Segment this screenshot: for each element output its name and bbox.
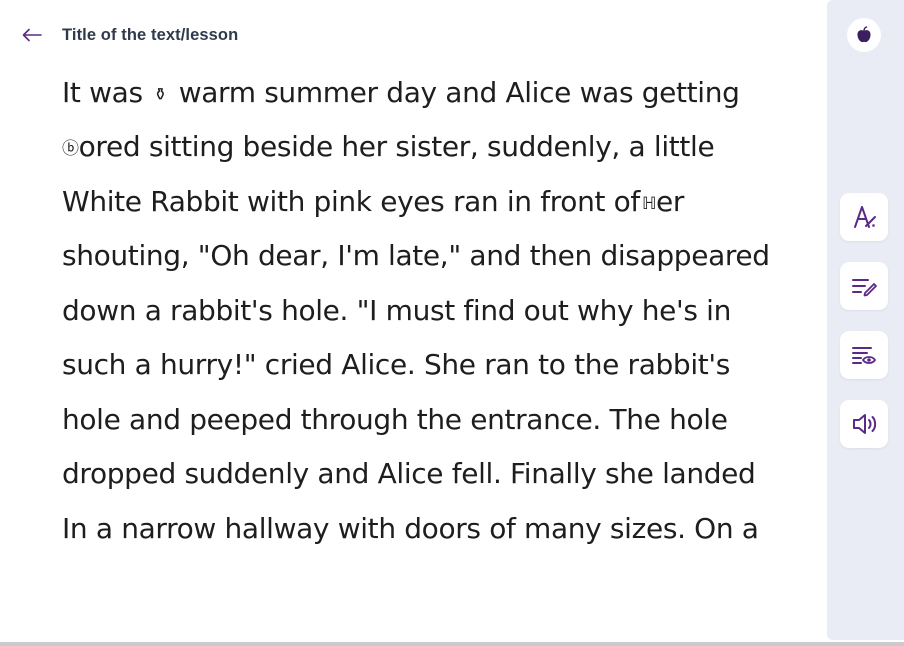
annotate-button[interactable] [840, 262, 888, 310]
text-line: dropped suddenly and Alice fell. Finally… [62, 457, 756, 490]
header: Title of the text/lesson [0, 0, 826, 70]
inline-icon: ⓑ [62, 139, 79, 159]
font-style-button[interactable] [840, 193, 888, 241]
inline-icon: ℍ [641, 194, 657, 214]
font-style-icon [854, 206, 876, 228]
back-button[interactable] [20, 24, 44, 46]
apple-button[interactable] [847, 18, 881, 52]
edit-lines-icon [852, 279, 877, 297]
text-line: In a narrow hallway with doors of many s… [62, 512, 759, 545]
reading-area: Title of the text/lesson It was ⚱ warm s… [0, 0, 826, 642]
inline-icon: ⚱ [153, 85, 168, 105]
text-line: such a hurry!" cried Alice. She ran to t… [62, 348, 730, 381]
text-line: hole and peeped through the entrance. Th… [62, 403, 728, 436]
text-line: White Rabbit with pink eyes ran in front… [62, 185, 685, 218]
text-line: ⓑored sitting beside her sister, suddenl… [62, 130, 715, 163]
text-to-speech-button[interactable] [840, 400, 888, 448]
speaker-icon [853, 414, 877, 434]
bottom-divider [0, 642, 904, 646]
page-title: Title of the text/lesson [62, 26, 239, 44]
reading-view-button[interactable] [840, 331, 888, 379]
text-line: shouting, "Oh dear, I'm late," and then … [62, 239, 770, 272]
apple-icon [857, 26, 871, 43]
text-line: down a rabbit's hole. "I must find out w… [62, 294, 731, 327]
lines-eye-icon [852, 347, 877, 364]
text-line: It was ⚱ warm summer day and Alice was g… [62, 76, 740, 109]
tools-sidebar [827, 0, 904, 640]
arrow-left-icon [22, 28, 42, 42]
